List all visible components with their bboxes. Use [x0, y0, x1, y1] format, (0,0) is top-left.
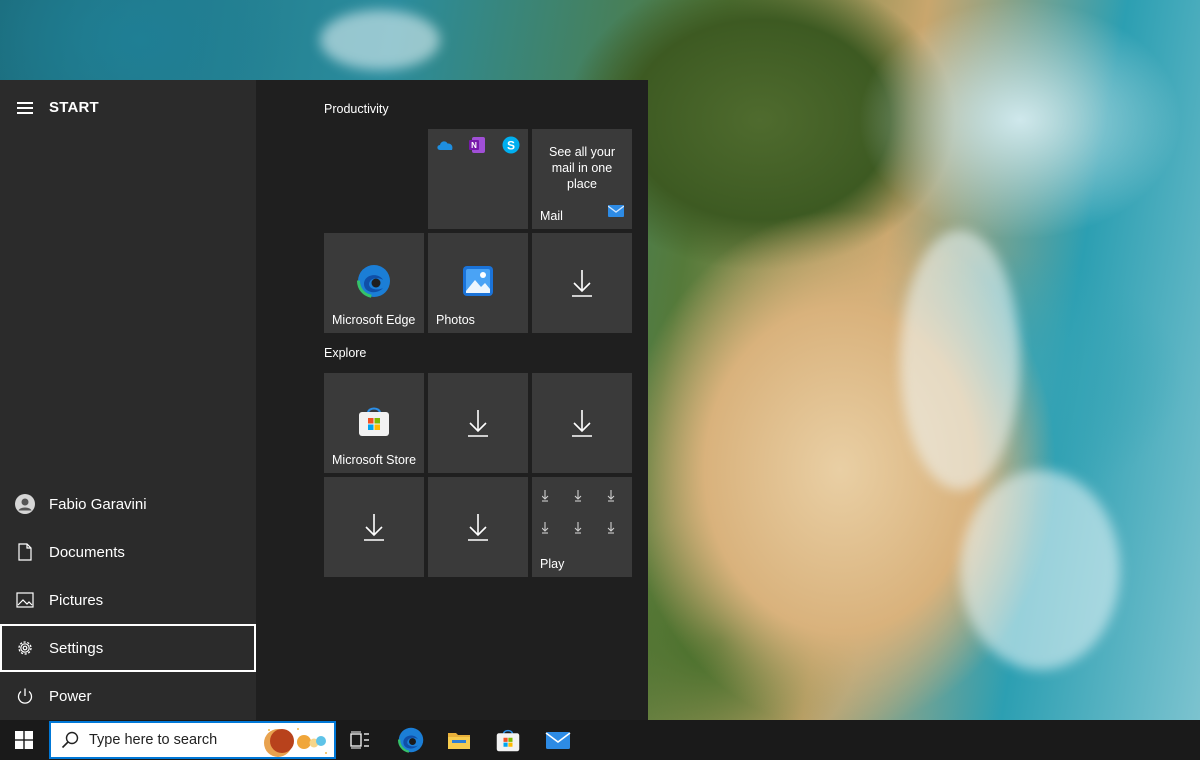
- microsoft-edge-tile[interactable]: Microsoft Edge: [324, 233, 424, 333]
- download-placeholder-tile[interactable]: [428, 373, 528, 473]
- play-folder-tile[interactable]: Play: [532, 477, 632, 577]
- skype-icon: S: [502, 136, 520, 159]
- windows-logo-icon: [15, 731, 33, 749]
- documents-label: Documents: [49, 543, 125, 561]
- mail-icon: [545, 732, 571, 749]
- taskbar-mail-button[interactable]: [534, 720, 582, 760]
- svg-text:S: S: [507, 139, 515, 153]
- task-view-icon: [350, 731, 369, 749]
- user-account-button[interactable]: Fabio Garavini: [0, 480, 256, 528]
- mail-tile[interactable]: See all your mail in one place Mail: [532, 129, 632, 229]
- edge-tile-label: Microsoft Edge: [332, 313, 416, 327]
- picture-icon: [15, 590, 35, 610]
- store-tile-label: Microsoft Store: [332, 453, 417, 467]
- download-placeholder-tile[interactable]: [428, 477, 528, 577]
- wallpaper-surf: [960, 470, 1120, 670]
- edge-icon: [398, 727, 424, 753]
- download-placeholder-tile[interactable]: [532, 233, 632, 333]
- document-icon: [15, 542, 35, 562]
- pictures-button[interactable]: Pictures: [0, 576, 256, 624]
- microsoft-store-tile[interactable]: Microsoft Store: [324, 373, 424, 473]
- svg-text:N: N: [471, 141, 477, 150]
- settings-button[interactable]: Settings: [0, 624, 256, 672]
- office-apps-tile[interactable]: N S: [428, 129, 528, 229]
- photos-tile[interactable]: Photos: [428, 233, 528, 333]
- taskbar: Type here to search: [0, 720, 1200, 760]
- user-avatar-icon: [15, 494, 35, 514]
- search-highlight-planets-icon: [264, 728, 327, 757]
- mail-icon: [607, 204, 625, 222]
- windows-start-button[interactable]: [0, 720, 48, 760]
- play-tile-label: Play: [540, 557, 565, 571]
- download-placeholder-tile[interactable]: [324, 477, 424, 577]
- onedrive-icon: [436, 138, 454, 156]
- user-name: Fabio Garavini: [49, 495, 147, 513]
- mail-tile-promo: See all your mail in one place: [548, 145, 615, 191]
- start-menu-sidebar: START Fabio Garavini Documents Pictures …: [0, 80, 256, 720]
- download-arrow-icon: [428, 477, 528, 577]
- wallpaper-surf: [320, 10, 440, 70]
- settings-label: Settings: [49, 639, 104, 657]
- start-title: START: [49, 99, 99, 116]
- taskbar-store-button[interactable]: [484, 720, 532, 760]
- store-icon: [496, 729, 520, 752]
- search-placeholder: Type here to search: [89, 732, 218, 748]
- download-arrow-icon: [324, 477, 424, 577]
- mail-tile-label: Mail: [540, 209, 563, 223]
- play-folder-icons: [542, 490, 615, 534]
- taskbar-edge-button[interactable]: [387, 720, 435, 760]
- documents-button[interactable]: Documents: [0, 528, 256, 576]
- power-icon: [15, 686, 35, 706]
- power-button[interactable]: Power: [0, 672, 256, 720]
- power-label: Power: [49, 687, 92, 705]
- onenote-icon: N: [468, 136, 486, 159]
- gear-icon: [15, 638, 35, 658]
- wallpaper-surf: [900, 230, 1020, 490]
- download-placeholder-tile[interactable]: [532, 373, 632, 473]
- folder-icon: [448, 733, 470, 749]
- task-view-button[interactable]: [336, 720, 384, 760]
- hamburger-menu-icon[interactable]: [17, 102, 33, 114]
- group-title-explore: Explore: [324, 346, 367, 360]
- search-icon: [61, 731, 79, 749]
- pictures-label: Pictures: [49, 591, 104, 609]
- group-title-productivity: Productivity: [324, 102, 389, 116]
- photos-tile-label: Photos: [436, 313, 475, 327]
- taskbar-file-explorer-button[interactable]: [435, 720, 483, 760]
- start-menu-tiles: Productivity N S See all your mail in on…: [256, 80, 648, 720]
- taskbar-search-box[interactable]: Type here to search: [49, 721, 336, 759]
- download-arrow-icon: [532, 373, 632, 473]
- download-arrow-icon: [532, 233, 632, 333]
- download-arrow-icon: [428, 373, 528, 473]
